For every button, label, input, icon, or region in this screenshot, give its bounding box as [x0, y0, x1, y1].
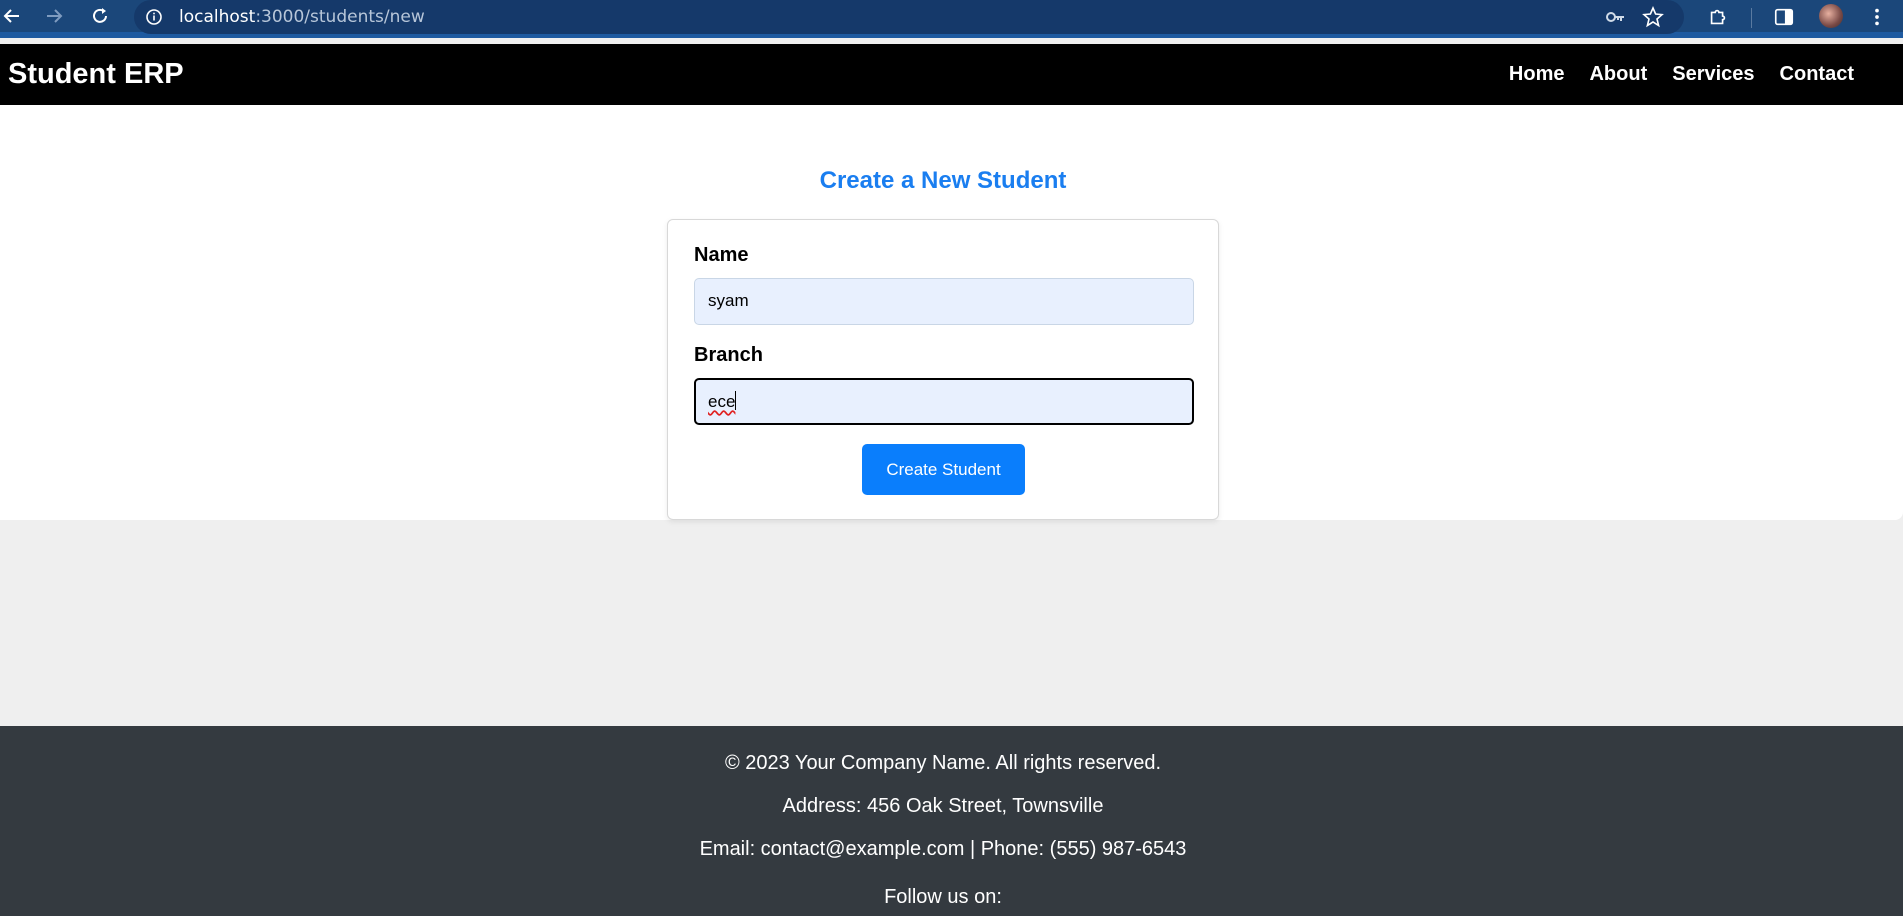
- site-footer: © 2023 Your Company Name. All rights res…: [0, 726, 1903, 916]
- toolbar-separator: [1751, 8, 1752, 28]
- nav-home[interactable]: Home: [1509, 63, 1565, 86]
- branch-input[interactable]: ece: [694, 378, 1194, 425]
- site-info-icon[interactable]: [144, 7, 164, 27]
- name-label: Name: [694, 244, 749, 266]
- name-input[interactable]: syam: [694, 278, 1194, 325]
- side-panel-icon[interactable]: [1771, 4, 1797, 30]
- branch-input-value: ece: [708, 392, 736, 411]
- bookmark-star-icon[interactable]: [1642, 6, 1664, 28]
- page-title: Create a New Student: [819, 167, 1067, 194]
- student-form: Name syam Branch ece Create Student: [667, 219, 1219, 520]
- footer-follow: Follow us on:: [884, 886, 1002, 908]
- footer-address: Address: 456 Oak Street, Townsville: [782, 795, 1104, 817]
- footer-copyright: © 2023 Your Company Name. All rights res…: [724, 752, 1162, 774]
- branch-label: Branch: [694, 344, 763, 366]
- menu-dots-icon[interactable]: [1864, 4, 1890, 30]
- extensions-icon[interactable]: [1705, 4, 1731, 30]
- url-text[interactable]: localhost:3000/students/new: [179, 7, 425, 27]
- name-input-value: syam: [708, 291, 749, 310]
- profile-avatar[interactable]: [1819, 4, 1843, 28]
- url-host: localhost: [179, 7, 256, 27]
- nav-contact[interactable]: Contact: [1780, 63, 1854, 86]
- text-caret: [735, 391, 737, 410]
- main-nav: Home About Services Contact: [1509, 63, 1854, 86]
- create-student-button[interactable]: Create Student: [862, 444, 1025, 495]
- key-icon[interactable]: [1604, 6, 1626, 28]
- footer-contact: Email: contact@example.com | Phone: (555…: [699, 838, 1187, 860]
- main-content: Create a New Student Name syam Branch ec…: [0, 105, 1903, 520]
- browser-toolbar: localhost:3000/students/new: [0, 0, 1903, 38]
- url-path: :3000/students/new: [255, 7, 425, 27]
- site-header: Student ERP Home About Services Contact: [0, 44, 1903, 105]
- reload-icon[interactable]: [88, 4, 112, 28]
- address-bar[interactable]: localhost:3000/students/new: [134, 0, 1684, 34]
- nav-services[interactable]: Services: [1672, 63, 1754, 86]
- nav-about[interactable]: About: [1589, 63, 1647, 86]
- forward-icon[interactable]: [42, 4, 66, 28]
- brand-logo[interactable]: Student ERP: [8, 58, 184, 91]
- back-icon[interactable]: [0, 4, 24, 28]
- branch-input-text: ece: [708, 391, 737, 412]
